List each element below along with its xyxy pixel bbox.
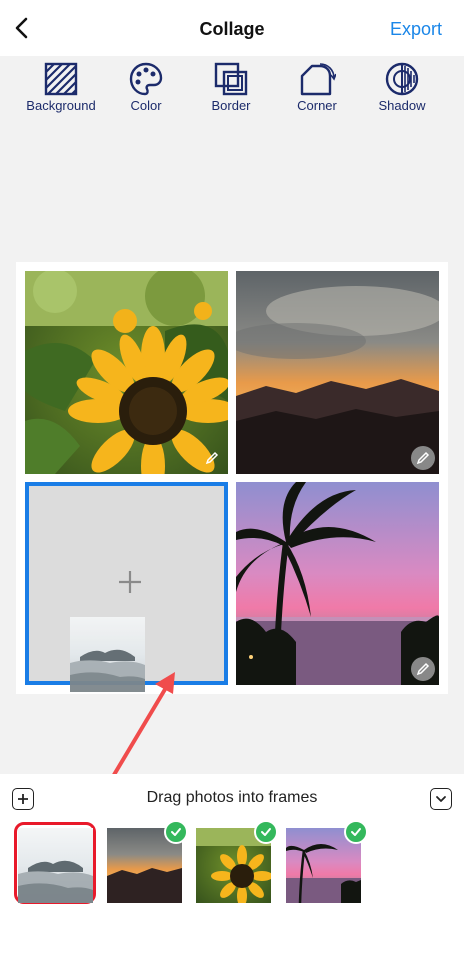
shadow-icon [385, 62, 419, 96]
pencil-icon [416, 451, 430, 465]
collage-frame-1[interactable] [25, 271, 228, 474]
tray-hint-text: Drag photos into frames [146, 789, 318, 806]
dragged-photo[interactable] [70, 617, 145, 692]
tool-shadow[interactable]: Shadow [362, 62, 442, 113]
mountain-sunset-photo [236, 271, 439, 474]
tool-shadow-label: Shadow [378, 98, 426, 113]
photo-tray: Drag photos into frames [0, 774, 464, 954]
tool-color-label: Color [130, 98, 162, 113]
checkmark-icon [261, 828, 271, 836]
used-check-badge [164, 820, 188, 844]
misty-mountain-photo [18, 828, 93, 903]
palm-sunset-photo [236, 482, 439, 685]
collage-frame-4[interactable] [236, 482, 439, 685]
export-button[interactable]: Export [390, 19, 442, 40]
tool-corner[interactable]: Corner [277, 62, 357, 113]
used-check-badge [344, 820, 368, 844]
misty-mountain-photo [70, 617, 145, 692]
pencil-icon [205, 451, 219, 465]
chevron-down-icon [436, 796, 446, 802]
border-icon [214, 62, 248, 96]
collapse-tray-button[interactable] [430, 788, 452, 810]
edit-photo-button[interactable] [411, 446, 435, 470]
sunflower-photo [25, 271, 228, 474]
checkmark-icon [171, 828, 181, 836]
used-check-badge [254, 820, 278, 844]
style-toolbar: Background Color Border Corner Shadow [0, 56, 464, 120]
edit-photo-button[interactable] [411, 657, 435, 681]
background-hatch-icon [44, 62, 78, 96]
tool-background-label: Background [26, 98, 96, 113]
tool-background[interactable]: Background [21, 62, 101, 113]
collage-frame-2[interactable] [236, 271, 439, 474]
tool-border-label: Border [211, 98, 251, 113]
checkmark-icon [351, 828, 361, 836]
pencil-icon [416, 662, 430, 676]
tool-corner-label: Corner [297, 98, 337, 113]
tool-border[interactable]: Border [191, 62, 271, 113]
tool-color[interactable]: Color [106, 62, 186, 113]
top-nav-bar: Collage Export [0, 0, 464, 56]
corner-icon [300, 63, 336, 96]
edit-photo-button[interactable] [200, 446, 224, 470]
tray-photo-1[interactable] [18, 828, 93, 903]
plus-icon [119, 571, 141, 593]
palette-icon [129, 62, 163, 96]
